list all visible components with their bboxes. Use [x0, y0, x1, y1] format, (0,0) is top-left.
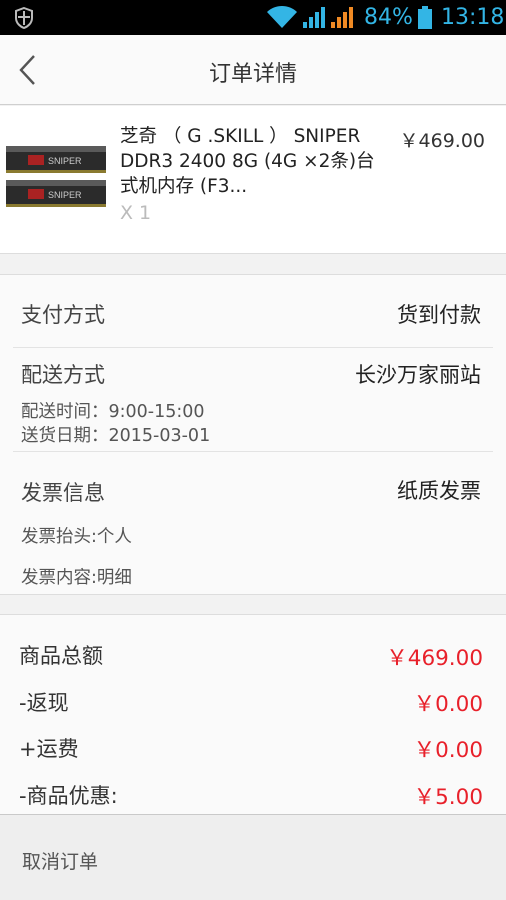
- cancel-order-button[interactable]: 取消订单: [22, 847, 98, 874]
- discount-label: -商品优惠:: [19, 784, 118, 808]
- product-price: ￥469.00: [399, 130, 485, 152]
- signal-icon: [303, 7, 325, 28]
- app-header: 订单详情: [0, 35, 506, 105]
- product-item[interactable]: SNIPER SNIPER 芝奇 （ G .SKILL ） SNIPER DDR…: [0, 106, 506, 254]
- wifi-icon: [267, 6, 297, 28]
- page-title: 订单详情: [208, 62, 297, 87]
- shipping-label: +运费: [19, 737, 79, 761]
- delivery-date: 送货日期：2015-03-01: [21, 426, 211, 446]
- payment-method-value: 货到付款: [397, 303, 481, 327]
- status-bar: 84% 13:18: [0, 0, 506, 35]
- bottom-action-bar: 取消订单: [0, 814, 506, 900]
- shipping-value: ￥0.00: [413, 738, 483, 763]
- price-summary: 商品总额 ￥469.00 -返现 ￥0.00 +运费 ￥0.00 -商品优惠: …: [0, 614, 506, 814]
- svg-text:SNIPER: SNIPER: [48, 190, 82, 200]
- clock: 13:18: [441, 5, 505, 30]
- delivery-method-label: 配送方式: [21, 363, 105, 387]
- total-label: 商品总额: [19, 644, 103, 668]
- battery-icon: [418, 6, 432, 29]
- signal-icon: [331, 7, 353, 28]
- divider: [13, 347, 493, 348]
- shield-icon: [15, 7, 33, 29]
- delivery-method-value: 长沙万家丽站: [355, 363, 481, 387]
- invoice-value: 纸质发票: [397, 479, 481, 503]
- battery-percent: 84%: [364, 5, 413, 30]
- product-image: SNIPER SNIPER: [6, 146, 106, 207]
- product-name[interactable]: 芝奇 （ G .SKILL ） SNIPER DDR3 2400 8G (4G …: [120, 124, 380, 199]
- product-quantity: X 1: [120, 202, 152, 224]
- cashback-label: -返现: [19, 691, 69, 715]
- cashback-value: ￥0.00: [413, 692, 483, 717]
- discount-value: ￥5.00: [413, 785, 483, 810]
- invoice-title: 发票抬头:个人: [21, 527, 132, 547]
- total-value: ￥469.00: [386, 646, 483, 671]
- svg-text:SNIPER: SNIPER: [48, 156, 82, 166]
- invoice-label: 发票信息: [21, 481, 105, 505]
- delivery-time: 配送时间：9:00-15:00: [21, 402, 205, 422]
- invoice-content: 发票内容:明细: [21, 568, 132, 588]
- payment-method-label: 支付方式: [21, 303, 105, 327]
- divider: [13, 451, 493, 452]
- order-info-card: 支付方式 货到付款 配送方式 长沙万家丽站 配送时间：9:00-15:00 送货…: [0, 274, 506, 595]
